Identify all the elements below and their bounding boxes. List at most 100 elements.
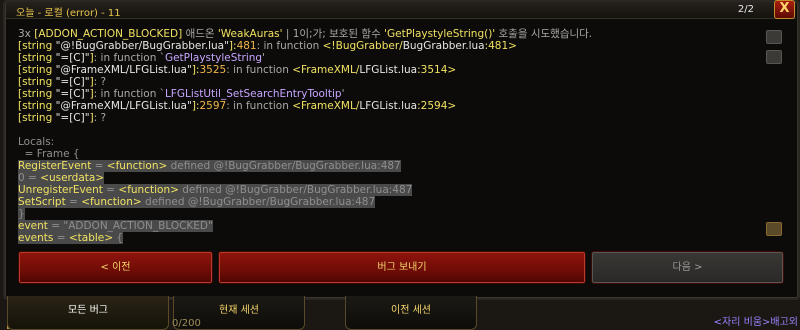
next-button[interactable]: 다음 > [591, 251, 784, 284]
log-line: [string "=[C]"]: in function `LFGListUti… [18, 88, 758, 100]
log-segment: <FrameXML/ [292, 100, 360, 112]
tab-previous-session[interactable]: 이전 세션 [345, 296, 477, 330]
log-segment: = [91, 160, 107, 172]
log-segment: <table> [68, 232, 114, 244]
log-line: RegisterEvent = <function> defined @!Bug… [18, 160, 401, 172]
log-segment: 481 [236, 40, 257, 52]
log-segment: = Frame { [18, 148, 80, 160]
log-segment: UnregisterEvent [18, 184, 103, 196]
log-segment: 2597 [199, 100, 227, 112]
log-row: [string "=[C]"]: ? [18, 76, 758, 88]
log-line: [string "@FrameXML/LFGList.lua"]:2597: i… [18, 100, 758, 112]
log-segment: Locals: [18, 136, 55, 148]
log-row: Locals: [18, 136, 758, 148]
log-row: } [18, 208, 758, 220]
log-segment: "=[C]" [55, 52, 90, 64]
log-line: SetScript = <function> defined @!BugGrab… [18, 196, 376, 208]
log-segment: RegisterEvent [18, 160, 92, 172]
log-segment: 'GetPlaystyleString()' [384, 28, 496, 40]
log-segment: LFGList.lua" [129, 100, 192, 112]
square-button-icon[interactable] [766, 50, 782, 64]
log-line: [string "=[C]"]: in function `GetPlaysty… [18, 52, 758, 64]
log-row: RegisterEvent = <function> defined @!Bug… [18, 160, 758, 172]
prev-button[interactable]: < 이전 [18, 251, 213, 284]
log-segment: LFGListUtil_SetSearchEntryTooltip [164, 88, 342, 100]
window-title: 오늘 - 로컬 (error) - 11 [16, 8, 121, 19]
log-segment: "=[C]" [55, 76, 90, 88]
log-segment: :3514> [417, 64, 457, 76]
log-line: [string "@!BugGrabber/BugGrabber.lua"]:4… [18, 40, 758, 52]
log-segment: 'WeakAuras' [217, 28, 283, 40]
log-segment: : in function ` [93, 52, 165, 64]
log-row: [string "=[C]"]: in function `GetPlaysty… [18, 52, 758, 64]
log-segment: [ADDON_ACTION_BLOCKED] [34, 28, 183, 40]
log-segment: : in function [256, 40, 323, 52]
log-row: events = <table> { [18, 232, 758, 244]
log-segment: : ? [93, 112, 107, 124]
log-segment: ]: [228, 40, 237, 52]
log-segment: } [18, 208, 25, 220]
log-segment: 애드온 [182, 28, 218, 40]
tab-all-bugs[interactable]: 모든 버그 [7, 296, 169, 330]
log-segment: <function> [106, 160, 168, 172]
log-row: [string "=[C]"]: ? [18, 112, 758, 124]
log-line: [string "=[C]"]: ? [18, 112, 758, 124]
log-line: 3x [ADDON_ACTION_BLOCKED] 애드온 'WeakAuras… [18, 28, 758, 40]
log-segment: [string [18, 64, 56, 76]
log-row: [string "=[C]"]: in function `LFGListUti… [18, 88, 758, 100]
gear-icon[interactable] [766, 222, 782, 236]
log-row: = Frame { [18, 148, 758, 160]
log-segment: LFGList.lua" [129, 64, 192, 76]
log-line: } [18, 208, 25, 220]
log-line: event = "ADDON_ACTION_BLOCKED" [18, 220, 213, 232]
background-counter-text: 0/200 [172, 318, 201, 329]
log-segment: :2594> [417, 100, 457, 112]
log-segment: = "ADDON_ACTION_BLOCKED" [47, 220, 213, 232]
log-segment: SetScript [18, 196, 66, 208]
close-button[interactable]: X [774, 0, 795, 19]
titlebar: 오늘 - 로컬 (error) - 11 2/2 [6, 2, 796, 19]
log-row [18, 124, 758, 136]
log-segment: "@FrameXML/ [55, 64, 130, 76]
log-segment: GetPlaystyleString [164, 52, 263, 64]
error-counter: 2/2 [737, 4, 754, 15]
log-row: [string "@FrameXML/LFGList.lua"]:2597: i… [18, 100, 758, 112]
log-segment: 호출을 시도했습니다. [495, 28, 593, 40]
log-segment: : in function ` [93, 88, 165, 100]
log-segment: = [53, 232, 69, 244]
log-segment: defined @!BugGrabber/BugGrabber.lua:487 [178, 184, 413, 196]
log-segment: defined @!BugGrabber/BugGrabber.lua:487 [167, 160, 401, 172]
arrow-up-icon[interactable] [766, 30, 782, 44]
log-segment: : in function [226, 100, 293, 112]
log-row: 3x [ADDON_ACTION_BLOCKED] 애드온 'WeakAuras… [18, 28, 758, 40]
log-segment: "@FrameXML/ [55, 100, 130, 112]
log-segment: 0 = [18, 172, 41, 184]
log-segment: [string [18, 76, 56, 88]
log-segment: : ? [93, 76, 107, 88]
log-segment: LFGList.lua [359, 100, 418, 112]
log-segment: ' [262, 52, 265, 64]
log-line: = Frame { [18, 148, 758, 160]
log-line: [string "@FrameXML/LFGList.lua"]:3525: i… [18, 64, 758, 76]
log-segment: "=[C]" [55, 88, 90, 100]
log-row: SetScript = <function> defined @!BugGrab… [18, 196, 758, 208]
send-bugs-button[interactable]: 버그 보내기 [218, 251, 586, 284]
log-segment: [string [18, 88, 56, 100]
log-line: [string "=[C]"]: ? [18, 76, 758, 88]
log-line: Locals: [18, 136, 758, 148]
log-segment: BugGrabber.lua" [142, 40, 229, 52]
log-row: [string "@!BugGrabber/BugGrabber.lua"]:4… [18, 40, 758, 52]
log-segment: = [65, 196, 82, 208]
log-segment: :481> [484, 40, 517, 52]
error-log-text[interactable]: 3x [ADDON_ACTION_BLOCKED] 애드온 'WeakAuras… [18, 28, 758, 244]
log-segment: BugGrabber.lua [402, 40, 485, 52]
log-segment: | 1이;가; 보호된 함수 [282, 28, 385, 40]
log-segment: <function> [81, 196, 142, 208]
log-segment: ' [341, 88, 345, 100]
log-segment: [string [18, 100, 56, 112]
log-segment: [string [18, 40, 56, 52]
log-segment: = [102, 184, 119, 196]
log-segment: "=[C]" [55, 112, 90, 124]
log-segment: <userdata> [40, 172, 105, 184]
log-segment: : in function [226, 64, 293, 76]
